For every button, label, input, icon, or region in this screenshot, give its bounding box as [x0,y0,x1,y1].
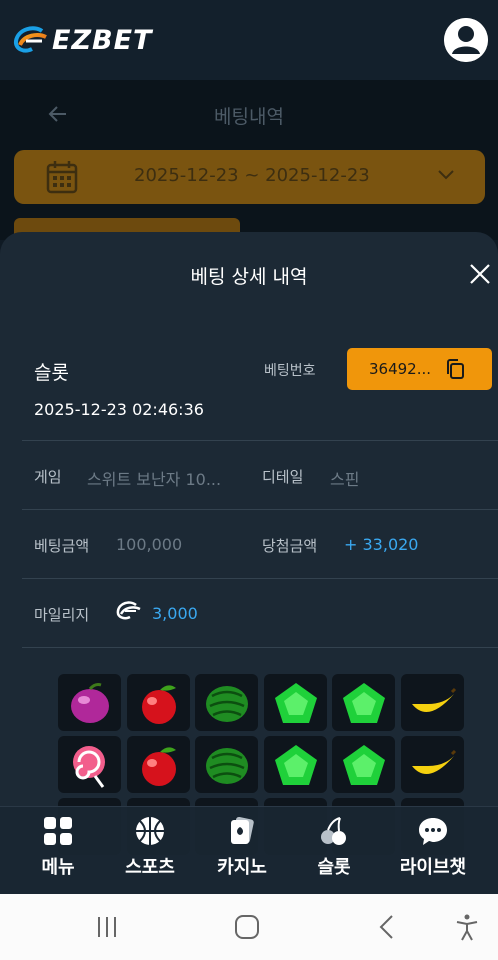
game-label: 게임 [34,468,62,486]
nav-label: 라이브챗 [399,857,467,878]
watermelon-icon [205,747,248,784]
close-icon[interactable] [466,260,494,288]
divider [22,440,498,441]
nav-item-casino[interactable]: 카지노 [202,807,282,895]
ezbet-logo-icon [13,26,47,53]
nav-label: 카지노 [217,857,267,878]
chevron-down-icon [438,170,454,180]
win-amount-value: + 33,020 [344,535,419,554]
divider [22,509,498,510]
app-header: EZBET [0,0,498,80]
win-amount-label: 당첨금액 [262,537,318,555]
bet-amount-value: 100,000 [116,535,183,554]
green-gem-icon [342,682,385,723]
ezbet-logo[interactable]: EZBET [12,23,152,57]
slot-symbol-green-gem [264,674,327,731]
slot-symbol-plum [58,674,121,731]
bet-datetime: 2025-12-23 02:46:36 [34,400,204,419]
copy-icon [447,359,464,379]
bet-number-label: 베팅번호 [264,363,316,379]
page-title: 베팅내역 [214,106,284,128]
bet-amount-label: 베팅금액 [34,537,90,555]
home-icon[interactable] [232,912,262,942]
bet-number: 36492... [369,360,432,378]
plum-icon [70,682,109,723]
slot-symbol-watermelon [195,736,258,793]
nav-item-menu[interactable]: 메뉴 [18,807,98,895]
recent-apps-icon[interactable] [92,912,122,942]
page-nav: 베팅내역 [0,80,498,150]
accessibility-icon[interactable] [452,912,482,942]
date-range-text: 2025-12-23 ~ 2025-12-23 [134,165,370,186]
green-gem-icon [274,744,317,785]
cherry-icon [321,817,346,845]
game-value: 스위트 보난자 10... [87,470,222,489]
bet-number-copy-button[interactable]: 36492... [347,348,492,390]
slot-symbol-green-gem [332,674,395,731]
modal-title: 베팅 상세 내역 [190,266,308,288]
date-range-selector[interactable]: 2025-12-23 ~ 2025-12-23 [14,150,485,204]
slot-symbol-apple [127,674,190,731]
chat-bubble-icon [419,818,447,845]
apple-icon [141,746,176,786]
mileage-label: 마일리지 [34,606,90,624]
bottom-nav: 메뉴 스포츠 카지노 슬롯 라이브챗 [0,806,498,894]
divider [22,647,498,648]
basketball-icon [136,817,164,845]
brand-name: EZBET [52,24,153,56]
watermelon-icon [205,685,248,722]
divider [22,578,498,579]
casino-card-icon [231,816,254,844]
user-avatar-button[interactable] [444,18,488,62]
slot-symbol-green-gem [264,736,327,793]
slot-symbol-watermelon [195,674,258,731]
nav-label: 스포츠 [125,857,175,878]
green-gem-icon [342,744,385,785]
green-gem-icon [274,682,317,723]
apple-icon [141,684,176,724]
slot-symbol-banana [401,736,464,793]
calendar-icon [46,161,78,194]
nav-item-sports[interactable]: 스포츠 [110,807,190,895]
detail-value: 스핀 [330,470,360,489]
slot-symbol-green-gem [332,736,395,793]
bet-category: 슬롯 [34,362,69,384]
mileage-value: 3,000 [152,604,198,623]
mileage-coin-icon [116,601,141,620]
banana-icon [411,687,456,712]
detail-label: 디테일 [262,468,304,486]
banana-icon [411,749,456,774]
back-icon[interactable] [372,912,402,942]
user-icon [444,18,488,62]
lollipop-icon [72,745,105,788]
slot-symbol-apple [127,736,190,793]
system-nav-bar [0,894,498,960]
betting-history-page: 베팅내역 2025-12-23 ~ 2025-12-23 [0,80,498,248]
slot-symbol-lollipop [58,736,121,793]
menu-grid-icon [44,817,72,845]
nav-label: 슬롯 [317,857,351,878]
nav-item-livechat[interactable]: 라이브챗 [386,807,480,895]
nav-label: 메뉴 [41,857,75,878]
nav-item-slot[interactable]: 슬롯 [294,807,374,895]
slot-symbol-banana [401,674,464,731]
